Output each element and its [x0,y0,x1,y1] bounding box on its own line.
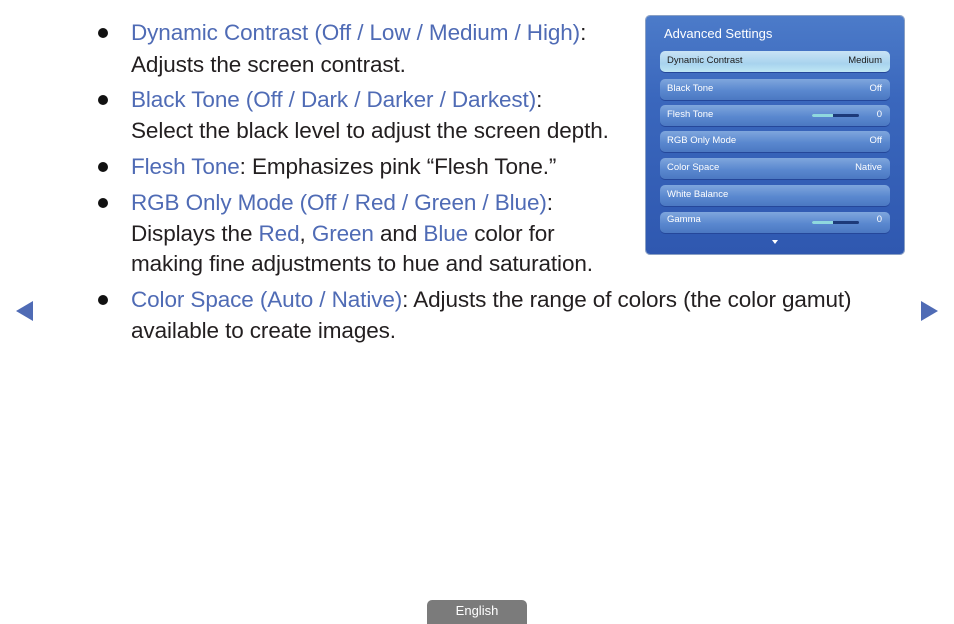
bullet-icon [98,95,108,105]
item-dynamic-contrast-heading: Dynamic Contrast (Off / Low / Medium / H… [131,20,587,45]
term-blue: Blue [423,221,469,246]
slider-fill [812,221,834,224]
item-color-space-heading: Color Space (Auto / Native): Adjusts the… [131,287,852,312]
bullet-icon [98,162,108,172]
panel-title: Advanced Settings [664,26,773,41]
term-red: Red [258,221,300,246]
panel-row-white-balance: White Balance [660,185,890,206]
item-flesh-tone-heading: Flesh Tone: Emphasizes pink “Flesh Tone.… [131,154,557,179]
panel-row-dynamic-contrast: Dynamic Contrast Medium [660,51,890,72]
term-dynamic-contrast: Dynamic Contrast (Off / Low / Medium / H… [131,20,581,45]
next-page-arrow-icon[interactable] [921,301,938,321]
scroll-down-icon [772,240,778,244]
gamma-slider [812,221,859,224]
previous-page-arrow-icon[interactable] [16,301,33,321]
bullet-icon [98,28,108,38]
slider-fill [812,114,834,117]
bullet-icon [98,198,108,208]
panel-row-flesh-tone: Flesh Tone 0 [660,105,890,126]
advanced-settings-panel: Advanced Settings Dynamic Contrast Mediu… [646,16,904,254]
panel-row-rgb-only-mode: RGB Only Mode Off [660,131,890,152]
item-rgb-only-heading: RGB Only Mode (Off / Red / Green / Blue)… [131,190,553,215]
item-black-tone-desc: Select the black level to adjust the scr… [131,118,609,143]
item-rgb-only-desc: Displays the Red, Green and Blue color f… [131,221,555,246]
item-color-space-desc: available to create images. [131,318,396,343]
panel-row-color-space: Color Space Native [660,158,890,179]
language-button[interactable]: English [427,600,527,624]
term-black-tone: Black Tone (Off / Dark / Darker / Darkes… [131,87,537,112]
term-green: Green [311,221,374,246]
item-rgb-only-desc-2: making fine adjustments to hue and satur… [131,251,593,276]
bullet-icon [98,295,108,305]
term-color-space: Color Space (Auto / Native) [131,287,403,312]
flesh-tone-slider [812,114,859,117]
term-flesh-tone: Flesh Tone [131,154,240,179]
term-rgb-only-mode: RGB Only Mode (Off / Red / Green / Blue) [131,190,547,215]
panel-row-gamma: Gamma 0 [660,212,890,233]
panel-row-black-tone: Black Tone Off [660,79,890,100]
item-black-tone-heading: Black Tone (Off / Dark / Darker / Darkes… [131,87,543,112]
item-dynamic-contrast-desc: Adjusts the screen contrast. [131,52,406,77]
